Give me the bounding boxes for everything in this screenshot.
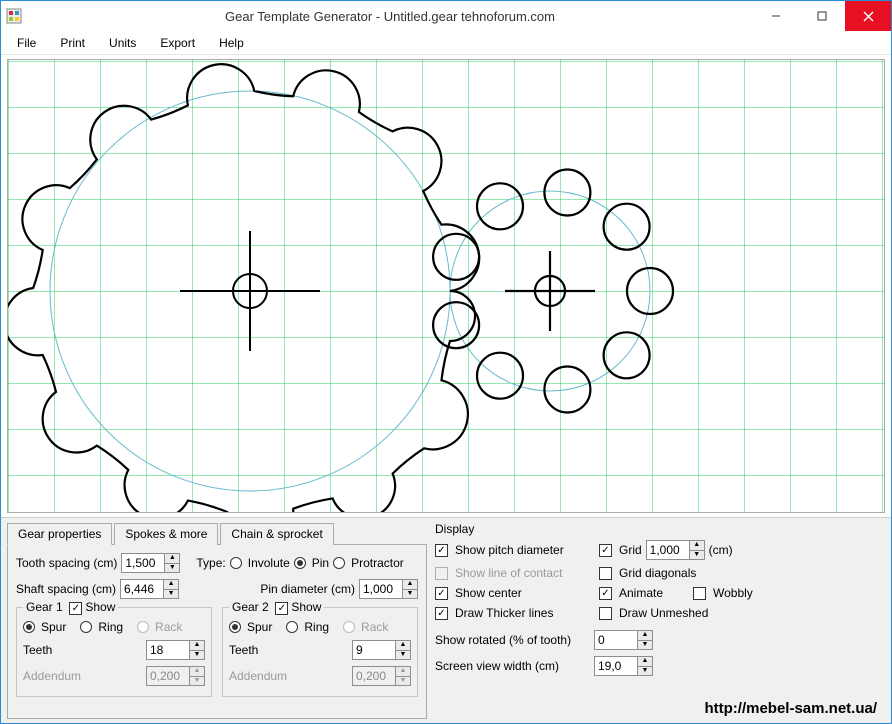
gear2-group: Gear 2 ✓Show Spur Ring Rack Teeth ▲▼ Add… [222, 607, 418, 697]
gear1-group: Gear 1 ✓Show Spur Ring Rack Teeth ▲▼ Add… [16, 607, 212, 697]
menu-units[interactable]: Units [99, 33, 146, 53]
maximize-button[interactable] [799, 1, 845, 31]
watermark: http://mebel-sam.net.ua/ [704, 700, 877, 717]
involute-label: Involute [248, 556, 290, 570]
show-center-label: Show center [455, 586, 595, 600]
tab-spokes[interactable]: Spokes & more [114, 523, 218, 545]
radio-involute[interactable] [230, 557, 242, 569]
grid-size-input[interactable]: ▲▼ [646, 540, 705, 560]
g1-addendum-input: ▲▼ [146, 666, 205, 686]
protractor-label: Protractor [351, 556, 404, 570]
g2-rack-label: Rack [361, 620, 388, 634]
menu-print[interactable]: Print [50, 33, 95, 53]
unmeshed-label: Draw Unmeshed [619, 606, 708, 620]
type-label: Type: [196, 556, 225, 570]
pin-diameter-input[interactable]: ▲▼ [359, 579, 418, 599]
gear2-show-label: Show [291, 600, 321, 614]
grid-label: Grid [619, 543, 642, 557]
show-pitch-label: Show pitch diameter [455, 543, 595, 557]
screen-width-label: Screen view width (cm) [435, 659, 590, 673]
gear1-show-label: Show [85, 600, 115, 614]
chk-unmeshed[interactable] [599, 607, 612, 620]
g1-teeth-input[interactable]: ▲▼ [146, 640, 205, 660]
pin-label: Pin [312, 556, 329, 570]
window-title: Gear Template Generator - Untitled.gear … [27, 9, 753, 24]
chk-show-pitch[interactable]: ✓ [435, 544, 448, 557]
show-line-label: Show line of contact [455, 566, 595, 580]
display-title: Display [435, 522, 885, 536]
g2-addendum-label: Addendum [229, 669, 287, 683]
animate-label: Animate [619, 586, 689, 600]
g2-spur-label: Spur [247, 620, 272, 634]
g1-spur-label: Spur [41, 620, 66, 634]
menu-file[interactable]: File [7, 33, 46, 53]
g1-ring[interactable] [80, 621, 92, 633]
tab-body: Tooth spacing (cm) ▲▼ Type: Involute Pin… [7, 545, 427, 719]
menubar: File Print Units Export Help [1, 31, 891, 55]
thicker-label: Draw Thicker lines [455, 606, 595, 620]
pin-diameter-label: Pin diameter (cm) [260, 582, 355, 596]
shaft-spacing-label: Shaft spacing (cm) [16, 582, 116, 596]
g2-teeth-label: Teeth [229, 643, 258, 657]
gear-canvas[interactable] [7, 59, 885, 513]
g2-addendum-input: ▲▼ [352, 666, 411, 686]
tab-gear-properties[interactable]: Gear properties [7, 523, 112, 545]
menu-export[interactable]: Export [150, 33, 205, 53]
g1-spur[interactable] [23, 621, 35, 633]
g2-spur[interactable] [229, 621, 241, 633]
close-button[interactable] [845, 1, 891, 31]
bottom-panel: Gear properties Spokes & more Chain & sp… [1, 517, 891, 723]
gear1-title: Gear 1 [26, 600, 63, 614]
g1-teeth-label: Teeth [23, 643, 52, 657]
chk-animate[interactable]: ✓ [599, 587, 612, 600]
chk-show-line [435, 567, 448, 580]
gear2-title: Gear 2 [232, 600, 269, 614]
show-rotated-label: Show rotated (% of tooth) [435, 633, 590, 647]
chk-show-center[interactable]: ✓ [435, 587, 448, 600]
rotated-input[interactable]: ▲▼ [594, 630, 653, 650]
g1-rack-label: Rack [155, 620, 182, 634]
g1-rack [137, 621, 149, 633]
grid-diag-label: Grid diagonals [619, 566, 696, 580]
chk-grid-diag[interactable] [599, 567, 612, 580]
radio-protractor[interactable] [333, 557, 345, 569]
display-panel: Display ✓ Show pitch diameter ✓ Grid ▲▼ (c… [435, 522, 885, 719]
g1-addendum-label: Addendum [23, 669, 81, 683]
g2-rack [343, 621, 355, 633]
cm-label: (cm) [709, 543, 733, 557]
titlebar: Gear Template Generator - Untitled.gear … [1, 1, 891, 31]
menu-help[interactable]: Help [209, 33, 254, 53]
chk-grid[interactable]: ✓ [599, 544, 612, 557]
tooth-spacing-input[interactable]: ▲▼ [121, 553, 180, 573]
wobbly-label: Wobbly [713, 586, 753, 600]
g2-ring[interactable] [286, 621, 298, 633]
app-icon [1, 8, 27, 24]
tabs: Gear properties Spokes & more Chain & sp… [7, 522, 427, 545]
chk-wobbly[interactable] [693, 587, 706, 600]
shaft-spacing-input[interactable]: ▲▼ [120, 579, 179, 599]
minimize-button[interactable] [753, 1, 799, 31]
g2-teeth-input[interactable]: ▲▼ [352, 640, 411, 660]
tooth-spacing-label: Tooth spacing (cm) [16, 556, 117, 570]
radio-pin[interactable] [294, 557, 306, 569]
chk-thicker[interactable]: ✓ [435, 607, 448, 620]
gear2-show-check[interactable]: ✓ [275, 602, 288, 615]
screen-width-input[interactable]: ▲▼ [594, 656, 653, 676]
g1-ring-label: Ring [98, 620, 123, 634]
tab-chain[interactable]: Chain & sprocket [220, 523, 333, 545]
g2-ring-label: Ring [304, 620, 329, 634]
gear1-show-check[interactable]: ✓ [69, 602, 82, 615]
